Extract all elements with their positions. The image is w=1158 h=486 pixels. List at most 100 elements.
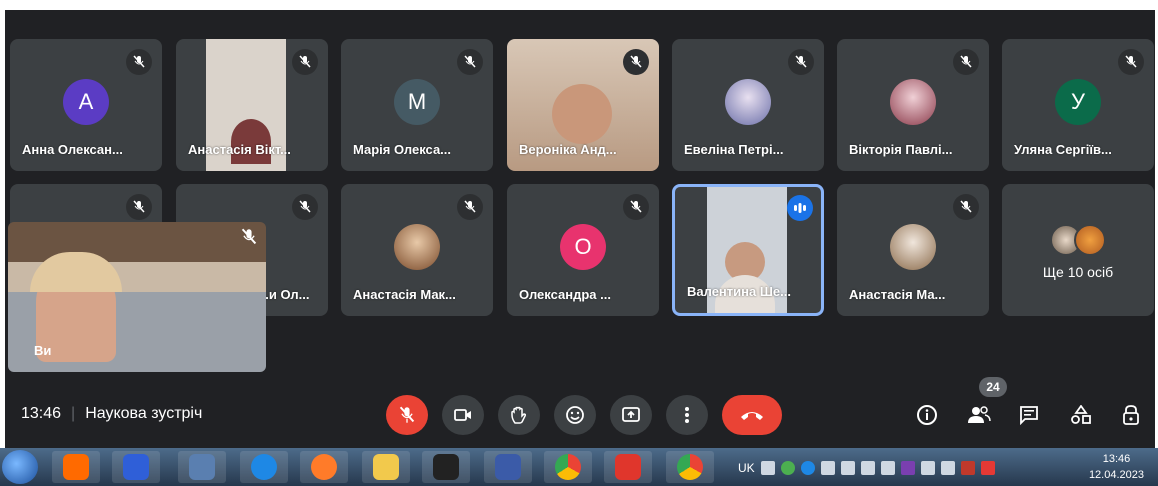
- emoji-button[interactable]: [554, 395, 596, 435]
- participant-tile[interactable]: Анастасія Мак...: [341, 184, 493, 316]
- mic-muted-icon: [788, 49, 814, 75]
- windows-taskbar: UK 13:46 12.04.2023: [0, 448, 1158, 486]
- firefox-icon: [311, 454, 337, 480]
- taskbar-app[interactable]: [112, 451, 160, 483]
- tray-app-icon: [920, 461, 935, 475]
- mic-muted-icon: [292, 49, 318, 75]
- participant-name: Валентина Ше...: [687, 284, 791, 299]
- show-everyone-button[interactable]: [965, 401, 993, 429]
- more-options-button[interactable]: [666, 395, 708, 435]
- mic-muted-icon: [126, 49, 152, 75]
- chrome-icon: [555, 454, 581, 480]
- network-icon[interactable]: [820, 461, 835, 475]
- mic-muted-icon: [292, 194, 318, 220]
- onenote-icon[interactable]: [900, 461, 915, 475]
- language-indicator[interactable]: UK: [738, 461, 755, 475]
- host-controls-button[interactable]: [1117, 401, 1145, 429]
- participant-tile[interactable]: У Уляна Сергіїв...: [1002, 39, 1154, 171]
- hang-up-icon: [741, 412, 763, 420]
- lock-icon: [1123, 405, 1139, 425]
- self-view-label: Ви: [34, 343, 52, 358]
- taskbar-app[interactable]: [300, 451, 348, 483]
- more-participants-tile[interactable]: Ще 10 осіб: [1002, 184, 1154, 316]
- system-tray: UK: [738, 456, 995, 480]
- info-icon: [917, 405, 937, 425]
- meet-window: A Анна Олексан... Анастасія Вікт... M Ма…: [5, 10, 1155, 450]
- meeting-details-button[interactable]: [913, 401, 941, 429]
- present-icon: [622, 407, 640, 422]
- self-view-video[interactable]: Ви: [8, 222, 266, 372]
- taskbar-app[interactable]: [604, 451, 652, 483]
- raise-hand-icon: [511, 406, 527, 424]
- avatar: У: [1055, 79, 1101, 125]
- shield-icon: [495, 454, 521, 480]
- activities-button[interactable]: [1067, 401, 1095, 429]
- clock[interactable]: 13:46 12.04.2023: [1089, 451, 1144, 483]
- power-icon: [960, 461, 975, 475]
- meeting-time: 13:46: [21, 405, 62, 422]
- folder-icon: [373, 454, 399, 480]
- participant-tile[interactable]: Евеліна Петрі...: [672, 39, 824, 171]
- mic-muted-icon: [953, 194, 979, 220]
- taskbar-app[interactable]: [422, 451, 470, 483]
- taskbar-app[interactable]: [362, 451, 410, 483]
- taskbar-app[interactable]: [484, 451, 532, 483]
- chat-button[interactable]: [1015, 401, 1043, 429]
- avatar: [890, 79, 936, 125]
- clock-date: 12.04.2023: [1088, 469, 1144, 481]
- avatar: [890, 224, 936, 270]
- taskbar-app[interactable]: [544, 451, 592, 483]
- mic-muted-icon: [457, 194, 483, 220]
- participant-tile-active-speaker[interactable]: Валентина Ше...: [672, 184, 824, 316]
- participant-tile[interactable]: Вікторія Павлі...: [837, 39, 989, 171]
- bluetooth-icon[interactable]: [800, 461, 815, 475]
- media-player-icon: [63, 454, 89, 480]
- participant-name: Олександра ...: [519, 287, 611, 302]
- tray-app-icon: [940, 461, 955, 475]
- participant-name: Анастасія Мак...: [353, 287, 456, 302]
- avatar: M: [394, 79, 440, 125]
- mic-muted-icon: [1118, 49, 1144, 75]
- mic-muted-icon: [953, 49, 979, 75]
- speaking-indicator-icon: [787, 195, 813, 221]
- toggle-mic-button[interactable]: [386, 395, 428, 435]
- clock-time: 13:46: [1102, 453, 1131, 465]
- participant-tile[interactable]: M Марія Олекса...: [341, 39, 493, 171]
- volume-icon[interactable]: [860, 461, 875, 475]
- paint-icon: [189, 454, 215, 480]
- taskbar-app[interactable]: [240, 451, 288, 483]
- taskbar-app[interactable]: [666, 451, 714, 483]
- participant-name: Марія Олекса...: [353, 142, 452, 157]
- notification-icon[interactable]: [980, 461, 995, 475]
- internet-explorer-icon: [251, 454, 277, 480]
- app-icon: [433, 454, 459, 480]
- leave-call-button[interactable]: [722, 395, 782, 435]
- raise-hand-button[interactable]: [498, 395, 540, 435]
- more-avatars: [1050, 224, 1110, 256]
- keyboard-icon: [760, 461, 775, 475]
- participant-name: Вікторія Павлі...: [849, 142, 953, 157]
- participant-tile[interactable]: A Анна Олексан...: [10, 39, 162, 171]
- chrome-icon: [677, 454, 703, 480]
- participant-tile[interactable]: O Олександра ...: [507, 184, 659, 316]
- meeting-info: 13:46 | Наукова зустріч: [21, 405, 203, 422]
- participant-tile[interactable]: Анастасія Ма...: [837, 184, 989, 316]
- mic-muted-icon: [623, 49, 649, 75]
- present-screen-button[interactable]: [610, 395, 652, 435]
- start-button-icon[interactable]: [2, 450, 38, 484]
- taskbar-app[interactable]: [52, 451, 100, 483]
- avatar: [394, 224, 440, 270]
- participant-tile[interactable]: Вероніка Анд...: [507, 39, 659, 171]
- toggle-camera-button[interactable]: [442, 395, 484, 435]
- taskbar-app[interactable]: [178, 451, 226, 483]
- participant-name: Анна Олексан...: [22, 142, 123, 157]
- mic-muted-icon: [623, 194, 649, 220]
- participant-tile[interactable]: Анастасія Вікт...: [176, 39, 328, 171]
- participant-name: Анастасія Ма...: [849, 287, 946, 302]
- avatar: [725, 79, 771, 125]
- people-count-badge: 24: [979, 377, 1007, 397]
- tray-app-icon: [780, 461, 795, 475]
- avatar: A: [63, 79, 109, 125]
- activities-icon: [1071, 405, 1091, 424]
- mic-muted-icon: [240, 228, 258, 251]
